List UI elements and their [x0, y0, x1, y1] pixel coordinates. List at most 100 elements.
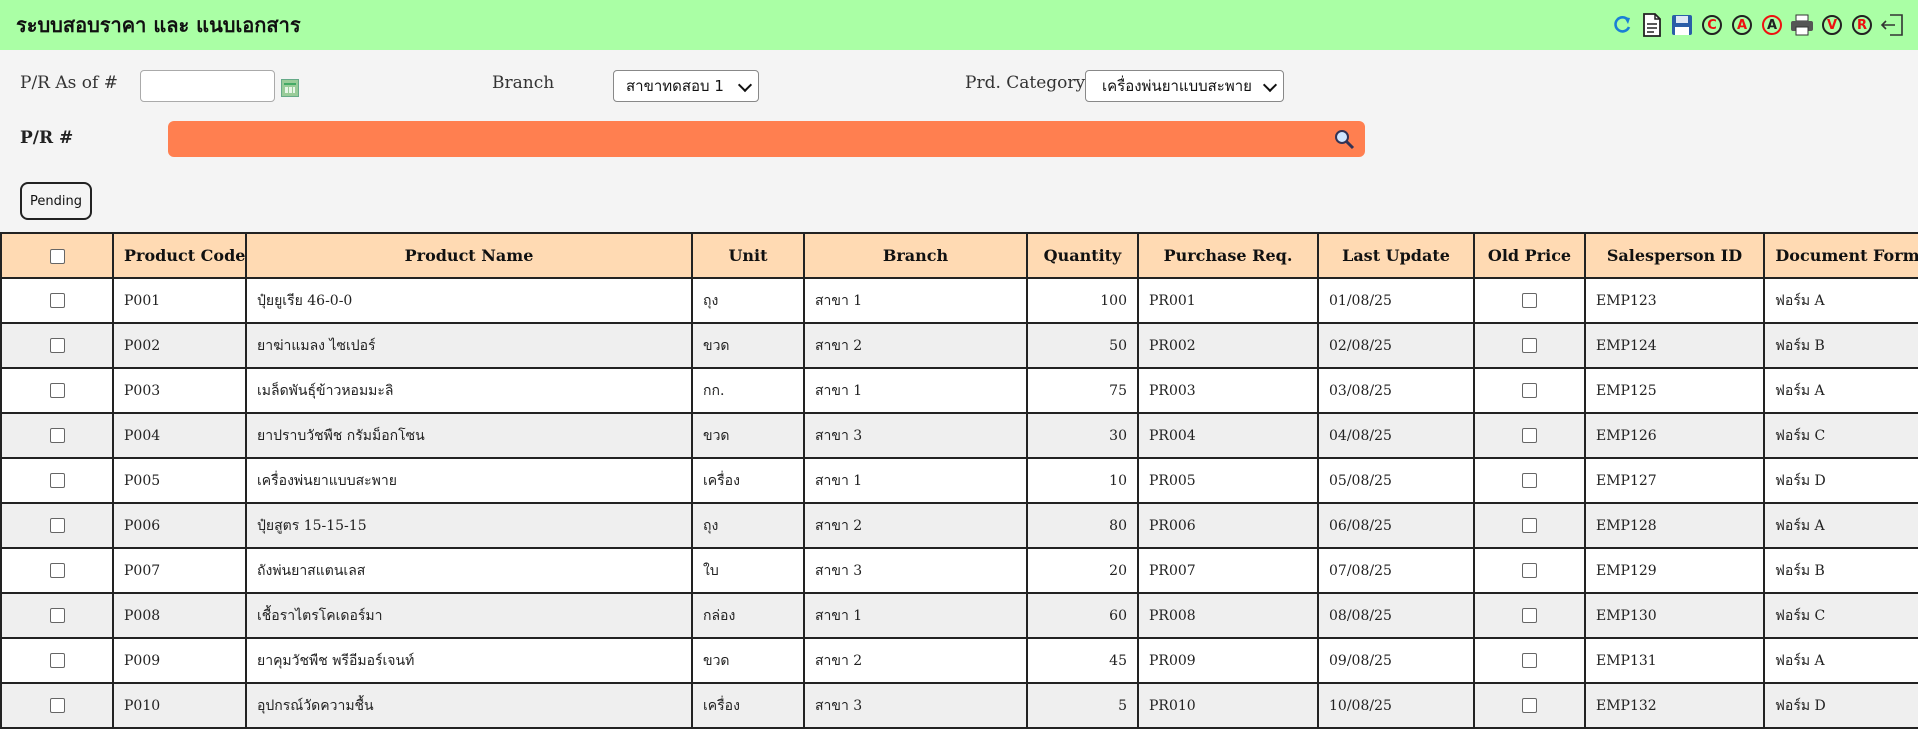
- row-checkbox[interactable]: [49, 473, 65, 488]
- calendar-icon[interactable]: [281, 79, 299, 97]
- row-checkbox[interactable]: [49, 428, 65, 443]
- search-icon[interactable]: [1333, 128, 1355, 150]
- category-select[interactable]: เครื่องพ่นยาแบบสะพาย: [1085, 70, 1284, 102]
- v-icon[interactable]: V: [1820, 12, 1844, 38]
- cell-sales: EMP124: [1584, 322, 1765, 369]
- old-price-checkbox[interactable]: [1522, 518, 1537, 533]
- old-price-cell[interactable]: [1473, 322, 1586, 369]
- old-price-cell[interactable]: [1473, 277, 1586, 324]
- table-row[interactable]: P010 อุปกรณ์วัดความชื้น เครื่อง สาขา 3 5 PR01…: [0, 682, 1918, 729]
- old-price-checkbox[interactable]: [1522, 473, 1537, 488]
- row-select-cell[interactable]: [0, 682, 114, 729]
- app-title: ระบบสอบราคา และ แนบเอกสาร: [16, 13, 301, 37]
- table-row[interactable]: P006 ปุ๋ยสูตร 15-15-15 ถุง สาขา 2 80 PR006 06/…: [0, 502, 1918, 549]
- cell-form: ฟอร์ม D: [1763, 682, 1918, 729]
- column-header[interactable]: Product Code: [112, 232, 247, 279]
- print-icon[interactable]: [1790, 12, 1814, 38]
- document-icon[interactable]: [1640, 12, 1664, 38]
- cell-qty: 50: [1026, 322, 1139, 369]
- cell-name: อุปกรณ์วัดความชื้น: [245, 682, 693, 729]
- select-all-checkbox[interactable]: [49, 249, 65, 264]
- table-row[interactable]: P005 เครื่องพ่นยาแบบสะพาย เครื่อง สาขา 1 10 P…: [0, 457, 1918, 504]
- cell-pr: PR006: [1137, 502, 1319, 549]
- table-row[interactable]: P008 เชื้อราไตรโคเดอร์มา กล่อง สาขา 1 60 PR00…: [0, 592, 1918, 639]
- filter-panel: P/R As of # Branch สาขาทดสอบ 1 Prd. Cate…: [0, 50, 1918, 232]
- column-header[interactable]: Branch: [803, 232, 1028, 279]
- a-highlight-icon[interactable]: A: [1760, 12, 1784, 38]
- save-icon[interactable]: [1670, 12, 1694, 38]
- old-price-cell[interactable]: [1473, 457, 1586, 504]
- cell-unit: ขวด: [691, 322, 805, 369]
- table-row[interactable]: P001 ปุ๋ยยูเรีย 46-0-0 ถุง สาขา 1 100 PR001 01…: [0, 277, 1918, 324]
- old-price-cell[interactable]: [1473, 637, 1586, 684]
- row-select-cell[interactable]: [0, 412, 114, 459]
- exit-icon[interactable]: [1880, 12, 1904, 38]
- table-row[interactable]: P003 เมล็ดพันธุ์ข้าวหอมมะลิ กก. สาขา 1 75 PR0…: [0, 367, 1918, 414]
- cell-updated: 02/08/25: [1317, 322, 1475, 369]
- branch-select[interactable]: สาขาทดสอบ 1: [613, 70, 759, 102]
- old-price-cell[interactable]: [1473, 502, 1586, 549]
- table-row[interactable]: P007 ถังพ่นยาสแตนเลส ใบ สาขา 3 20 PR007 07/08/…: [0, 547, 1918, 594]
- cell-branch: สาขา 1: [803, 367, 1028, 414]
- refresh-icon[interactable]: [1610, 12, 1634, 38]
- row-select-cell[interactable]: [0, 547, 114, 594]
- row-checkbox[interactable]: [49, 383, 65, 398]
- old-price-checkbox[interactable]: [1522, 428, 1537, 443]
- row-select-cell[interactable]: [0, 277, 114, 324]
- old-price-cell[interactable]: [1473, 367, 1586, 414]
- row-select-cell[interactable]: [0, 322, 114, 369]
- column-header[interactable]: Product Name: [245, 232, 693, 279]
- row-checkbox[interactable]: [49, 338, 65, 353]
- row-checkbox[interactable]: [49, 293, 65, 308]
- old-price-checkbox[interactable]: [1522, 653, 1537, 668]
- old-price-checkbox[interactable]: [1522, 608, 1537, 623]
- old-price-checkbox[interactable]: [1522, 698, 1537, 713]
- c-icon[interactable]: C: [1700, 12, 1724, 38]
- old-price-cell[interactable]: [1473, 547, 1586, 594]
- column-header[interactable]: Unit: [691, 232, 805, 279]
- row-select-cell[interactable]: [0, 367, 114, 414]
- row-select-cell[interactable]: [0, 502, 114, 549]
- column-header[interactable]: Old Price: [1473, 232, 1586, 279]
- old-price-checkbox[interactable]: [1522, 563, 1537, 578]
- pr-label: P/R #: [20, 128, 74, 148]
- old-price-cell[interactable]: [1473, 592, 1586, 639]
- branch-selected-value: สาขาทดสอบ 1: [626, 77, 724, 95]
- old-price-cell[interactable]: [1473, 412, 1586, 459]
- column-header[interactable]: Quantity: [1026, 232, 1139, 279]
- r-icon[interactable]: R: [1850, 12, 1874, 38]
- old-price-checkbox[interactable]: [1522, 338, 1537, 353]
- table-row[interactable]: P004 ยาปราบวัชพืช กรัมม็อกโซน ขวด สาขา 3 30 P…: [0, 412, 1918, 459]
- row-checkbox[interactable]: [49, 698, 65, 713]
- row-checkbox[interactable]: [49, 653, 65, 668]
- column-header[interactable]: Last Update: [1317, 232, 1475, 279]
- cell-sales: EMP128: [1584, 502, 1765, 549]
- purchase-request-table: Product Code Product Name Unit Branch Qu…: [0, 232, 1918, 729]
- pr-as-of-input[interactable]: [140, 70, 275, 102]
- cell-unit: ขวด: [691, 412, 805, 459]
- cell-sales: EMP123: [1584, 277, 1765, 324]
- row-checkbox[interactable]: [49, 518, 65, 533]
- row-select-cell[interactable]: [0, 457, 114, 504]
- column-header[interactable]: Document Form: [1763, 232, 1918, 279]
- pr-search-input[interactable]: [168, 121, 1365, 157]
- row-select-cell[interactable]: [0, 637, 114, 684]
- cell-branch: สาขา 3: [803, 547, 1028, 594]
- row-select-cell[interactable]: [0, 592, 114, 639]
- row-checkbox[interactable]: [49, 563, 65, 578]
- table-row[interactable]: P009 ยาคุมวัชพืช พรีอีมอร์เจนท์ ขวด สาขา 24…: [0, 637, 1918, 684]
- cell-pr: PR005: [1137, 457, 1319, 504]
- cell-branch: สาขา 2: [803, 637, 1028, 684]
- column-header[interactable]: Purchase Req.: [1137, 232, 1319, 279]
- chevron-down-icon: [737, 77, 753, 93]
- cell-pr: PR004: [1137, 412, 1319, 459]
- old-price-cell[interactable]: [1473, 682, 1586, 729]
- table-row[interactable]: P002 ยาฆ่าแมลง ไซเปอร์ ขวด สาขา 2 50 PR002 02/…: [0, 322, 1918, 369]
- column-header[interactable]: Salesperson ID: [1584, 232, 1765, 279]
- select-all-header[interactable]: [0, 232, 114, 279]
- old-price-checkbox[interactable]: [1522, 293, 1537, 308]
- pending-button[interactable]: Pending: [20, 182, 92, 220]
- a-icon[interactable]: A: [1730, 12, 1754, 38]
- row-checkbox[interactable]: [49, 608, 65, 623]
- old-price-checkbox[interactable]: [1522, 383, 1537, 398]
